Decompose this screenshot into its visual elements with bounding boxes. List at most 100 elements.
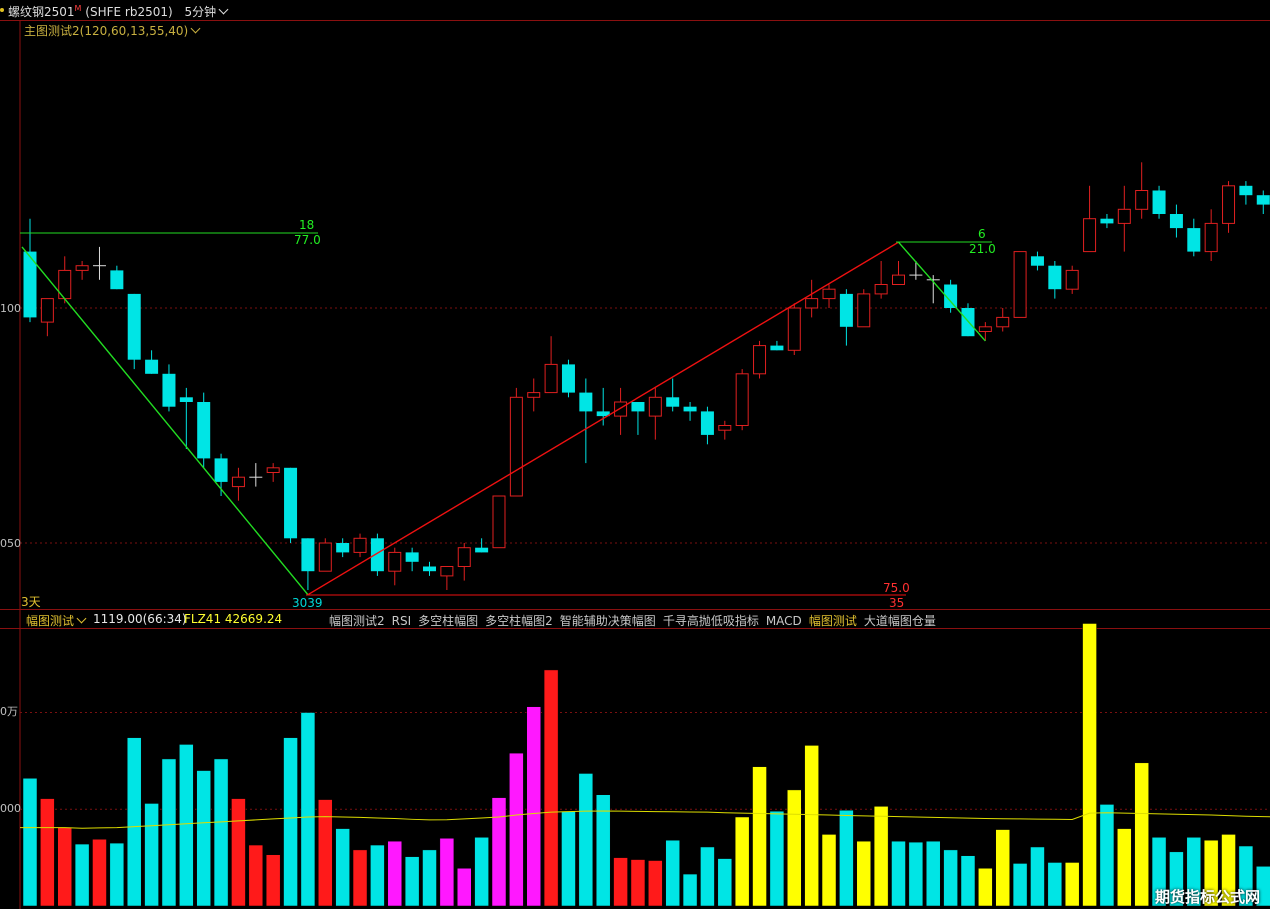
volume-bar-4 xyxy=(92,838,107,907)
candle-body-14 xyxy=(266,467,280,473)
main-indicator-selector[interactable]: 主图测试2(120,60,13,55,40) xyxy=(24,22,201,39)
volume-indicator-selector[interactable]: 幅图测试 xyxy=(26,612,87,629)
volume-value-2: FLZ41 42669.24 xyxy=(184,612,283,626)
volume-bar-11 xyxy=(213,758,229,907)
volume-bar-54 xyxy=(960,855,976,907)
candle-body-26 xyxy=(475,547,489,553)
low-price-label: 3039 xyxy=(292,596,323,610)
candle-body-34 xyxy=(614,401,628,417)
tab-6[interactable]: MACD xyxy=(766,614,802,628)
candle-body-49 xyxy=(874,284,888,295)
volume-bar-44 xyxy=(787,789,802,907)
volume-bar-51 xyxy=(908,841,924,907)
kline-chart[interactable]: 100 050 18 77.0 75.0 35 6 21.0 3039 3天 0… xyxy=(0,0,1270,909)
volume-bar-36 xyxy=(648,860,663,907)
candle-body-10 xyxy=(197,402,211,459)
volume-bar-0 xyxy=(22,778,38,907)
candle-body-16 xyxy=(301,538,315,572)
candle-body-7 xyxy=(145,359,159,374)
volume-bar-63 xyxy=(1117,828,1132,907)
days-label: 3天 xyxy=(21,595,41,609)
candle-body-59 xyxy=(1048,265,1062,290)
volume-bar-19 xyxy=(352,849,368,907)
volume-bar-49 xyxy=(873,806,889,907)
volume-bar-18 xyxy=(335,828,350,907)
candle-body-61 xyxy=(1083,218,1097,253)
candle-body-18 xyxy=(336,543,350,553)
candle-body-46 xyxy=(822,288,836,300)
tab-7[interactable]: 幅图测试 xyxy=(809,614,857,628)
volume-bar-1 xyxy=(40,798,55,907)
volume-bar-57 xyxy=(1012,863,1028,907)
candle-body-22 xyxy=(405,552,419,562)
candle-body-17 xyxy=(318,542,332,572)
symbol-selector[interactable]: 螺纹钢2501M (SHFE rb2501) 5分钟 xyxy=(8,3,229,20)
volume-bar-35 xyxy=(630,859,646,907)
candle-body-6 xyxy=(127,293,141,360)
swing3-value: 21.0 xyxy=(969,242,996,256)
vol-axis-label-lower: 000 xyxy=(0,802,21,815)
candle-body-12 xyxy=(231,476,245,488)
volume-bar-47 xyxy=(839,809,854,907)
candle-body-5 xyxy=(110,270,124,290)
volume-bar-5 xyxy=(109,842,125,907)
candle-body-45 xyxy=(805,298,819,309)
period-selector[interactable]: 5分钟 xyxy=(184,4,229,19)
candle-body-44 xyxy=(787,307,801,351)
tab-2[interactable]: 多空柱幅图 xyxy=(418,614,478,628)
volume-bar-37 xyxy=(665,839,680,907)
candle-body-20 xyxy=(370,538,384,572)
volume-bar-34 xyxy=(613,857,628,907)
y-axis-label-upper: 100 xyxy=(0,302,21,315)
candle-body-24 xyxy=(440,566,454,577)
volume-bar-27 xyxy=(491,797,507,907)
volume-bar-42 xyxy=(752,766,767,907)
candle-body-65 xyxy=(1152,190,1166,214)
volume-bar-9 xyxy=(179,744,194,907)
candle-body-50 xyxy=(892,274,905,286)
swing3-count: 6 xyxy=(978,227,986,241)
chevron-down-icon xyxy=(76,613,87,624)
volume-bar-56 xyxy=(995,829,1010,907)
zigzag-segment-2 xyxy=(897,241,986,342)
volume-indicator-name: 幅图测试 xyxy=(26,614,75,628)
tab-0[interactable]: 幅图测试2 xyxy=(329,614,385,628)
volume-bar-25 xyxy=(457,868,472,907)
candle-body-67 xyxy=(1187,228,1201,252)
candle-body-55 xyxy=(978,326,992,332)
candle-body-47 xyxy=(839,293,853,327)
period-label: 5分钟 xyxy=(184,5,217,19)
volume-bar-64 xyxy=(1134,762,1149,907)
candle-body-60 xyxy=(1065,269,1079,290)
candle-body-9 xyxy=(179,397,193,402)
volume-bar-7 xyxy=(144,803,159,907)
volume-bar-50 xyxy=(891,840,906,907)
candle-body-23 xyxy=(423,566,437,572)
volume-bar-62 xyxy=(1099,804,1115,907)
candlestick-series xyxy=(23,162,1270,590)
candle-body-8 xyxy=(162,373,176,407)
candle-body-11 xyxy=(214,458,228,482)
swing1-value: 77.0 xyxy=(294,233,321,247)
candle-body-63 xyxy=(1117,208,1131,224)
volume-bar-39 xyxy=(700,846,715,907)
candle-body-71 xyxy=(1256,195,1270,205)
volume-bar-16 xyxy=(300,712,316,907)
candle-body-40 xyxy=(718,425,732,431)
indicator-tabs: 幅图测试2 RSI 多空柱幅图 多空柱幅图2 智能辅助决策幅图 千寻高抛低吸指标 MACD 幅… xyxy=(329,612,943,629)
tab-4[interactable]: 智能辅助决策幅图 xyxy=(560,614,656,628)
tab-3[interactable]: 多空柱幅图2 xyxy=(485,614,553,628)
tab-5[interactable]: 千寻高抛低吸指标 xyxy=(663,614,759,628)
candle-body-25 xyxy=(457,547,471,568)
volume-bar-31 xyxy=(561,810,576,907)
volume-bar-43 xyxy=(769,810,785,907)
volume-bar-45 xyxy=(804,745,819,907)
chevron-down-icon xyxy=(218,4,229,15)
candle-body-39 xyxy=(700,411,714,435)
candle-body-58 xyxy=(1030,256,1044,266)
candle-body-31 xyxy=(561,364,575,393)
candle-body-3 xyxy=(75,265,89,271)
tab-1[interactable]: RSI xyxy=(392,614,412,628)
tab-8[interactable]: 大道幅图仓量 xyxy=(864,614,936,628)
volume-bar-55 xyxy=(978,868,993,907)
